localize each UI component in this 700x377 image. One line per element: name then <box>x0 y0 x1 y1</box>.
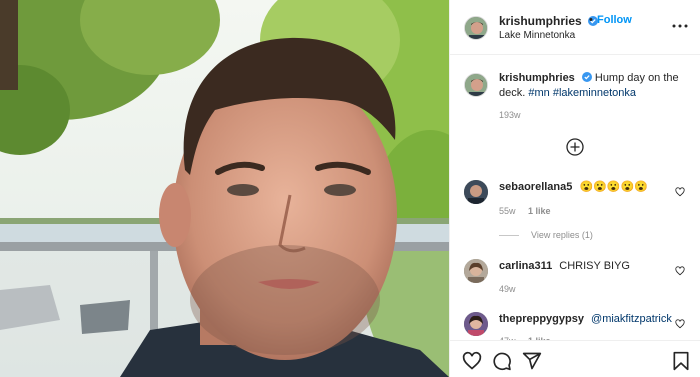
commenter-avatar[interactable] <box>464 180 488 204</box>
comment-timestamp[interactable]: 55w <box>499 206 516 216</box>
instagram-post: krishumphries • Follow Lake Minnetonka k… <box>0 0 700 377</box>
comment-content: 😮😮😮😮😮 <box>579 181 648 193</box>
bookmark-icon[interactable] <box>671 351 691 371</box>
load-more-comments-icon[interactable] <box>566 138 584 156</box>
avatar-image <box>464 312 488 336</box>
caption-avatar[interactable] <box>464 73 488 97</box>
author-username-text[interactable]: krishumphries <box>499 14 582 28</box>
hashtag-lakeminnetonka[interactable]: #lakeminnetonka <box>553 87 636 99</box>
avatar-image <box>464 180 488 204</box>
comment-meta: 49w <box>499 284 526 294</box>
comment-like-heart-icon[interactable] <box>675 319 685 329</box>
heart-icon[interactable] <box>462 351 482 371</box>
header-separator: • <box>589 14 593 26</box>
commenter-avatar[interactable] <box>464 312 488 336</box>
post-sidebar: krishumphries • Follow Lake Minnetonka k… <box>449 0 700 377</box>
author-avatar[interactable] <box>464 16 488 40</box>
caption-timestamp[interactable]: 193w <box>499 110 521 120</box>
follow-button[interactable]: Follow <box>597 14 632 26</box>
comment-likes[interactable]: 1 like <box>528 206 551 216</box>
commenter-avatar[interactable] <box>464 259 488 283</box>
comment-username[interactable]: thepreppygypsy <box>499 313 584 325</box>
comment-like-heart-icon[interactable] <box>675 266 685 276</box>
view-replies-label[interactable]: View replies (1) <box>531 230 593 240</box>
avatar-image <box>464 259 488 283</box>
post-header: krishumphries • Follow Lake Minnetonka <box>450 0 700 55</box>
comment-content: CHRISY BIYG <box>559 260 630 272</box>
comment-timestamp[interactable]: 49w <box>499 284 516 294</box>
replies-divider <box>499 235 519 237</box>
verified-badge-icon <box>581 72 592 83</box>
comment-username[interactable]: sebaorellana5 <box>499 181 572 193</box>
comment-like-heart-icon[interactable] <box>675 187 685 197</box>
comment-icon[interactable] <box>492 351 512 371</box>
comment-text: sebaorellana5 😮😮😮😮😮 <box>499 180 669 194</box>
post-action-bar <box>450 340 700 377</box>
more-options-icon[interactable] <box>671 20 689 32</box>
post-location[interactable]: Lake Minnetonka <box>499 30 575 41</box>
avatar-image <box>465 74 487 96</box>
avatar-image <box>465 17 487 39</box>
view-replies-link[interactable]: View replies (1) <box>499 230 593 240</box>
comment-meta: 55w 1 like <box>499 206 561 216</box>
share-icon[interactable] <box>522 351 542 371</box>
post-photo[interactable] <box>0 0 449 377</box>
caption-username[interactable]: krishumphries <box>499 72 575 84</box>
comment-text: thepreppygypsy @miakfitzpatrick <box>499 312 679 326</box>
caption-text: krishumphries Hump day on the deck. #mn … <box>499 71 689 101</box>
comment-username[interactable]: carlina311 <box>499 260 552 272</box>
comment-mention[interactable]: @miakfitzpatrick <box>591 313 672 325</box>
author-username[interactable]: krishumphries <box>499 14 599 28</box>
hashtag-mn[interactable]: #mn <box>528 87 549 99</box>
selfie-image <box>0 0 449 377</box>
comment-text: carlina311 CHRISY BIYG <box>499 259 669 273</box>
